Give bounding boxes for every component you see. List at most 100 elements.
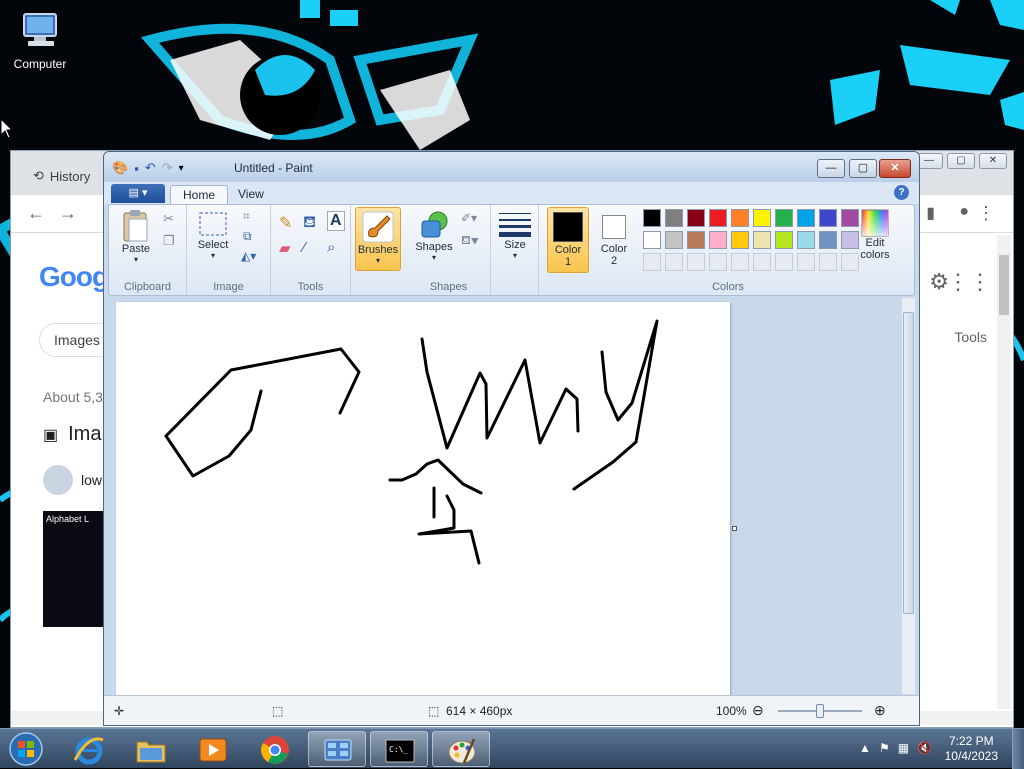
zoom-in-icon[interactable]: ⊕ <box>874 702 886 719</box>
fill-bucket-icon[interactable]: ⛾ <box>303 213 316 233</box>
shapes-button[interactable]: Shapes ▾ <box>411 209 457 271</box>
image-result-thumbnail[interactable]: Alphabet L <box>43 511 105 627</box>
resize-icon[interactable]: ⧉ <box>243 229 252 244</box>
show-desktop-button[interactable] <box>1012 729 1024 769</box>
canvas-vertical-scrollbar[interactable] <box>901 298 915 694</box>
palette-swatch[interactable] <box>731 209 749 227</box>
paint-titlebar[interactable]: 🎨 ▪ ↶ ↷ ▾ Untitled - Paint — ▢ ✕ <box>104 152 919 182</box>
volume-muted-icon[interactable]: 🔇 <box>917 741 932 755</box>
color1-button[interactable]: Color 1 <box>547 207 589 273</box>
size-button[interactable]: Size ▾ <box>497 211 533 271</box>
custom-color-slot[interactable] <box>687 253 705 271</box>
drawing-canvas[interactable] <box>116 302 730 696</box>
save-icon[interactable]: ▪ <box>134 161 139 176</box>
rotate-icon[interactable]: ◭▾ <box>241 249 256 263</box>
action-center-icon[interactable]: ⚑ <box>879 741 890 755</box>
zoom-slider[interactable] <box>778 704 862 718</box>
chrome-vertical-scrollbar[interactable] <box>997 235 1011 709</box>
taskbar-clock[interactable]: 7:22 PM 10/4/2023 <box>945 734 998 764</box>
fill-icon[interactable]: ⛾▾ <box>461 233 479 249</box>
canvas-scroll-thumb[interactable] <box>903 312 914 614</box>
copy-icon[interactable]: ❐ <box>163 233 175 249</box>
text-tool-icon[interactable]: A <box>327 211 345 231</box>
taskbar-paint[interactable] <box>432 731 490 767</box>
palette-swatch[interactable] <box>709 209 727 227</box>
select-button[interactable]: Select ▾ <box>193 211 233 271</box>
crop-icon[interactable]: ⌗ <box>243 209 250 224</box>
custom-color-slot[interactable] <box>643 253 661 271</box>
palette-swatch[interactable] <box>665 231 683 249</box>
pencil-icon[interactable]: ✎ <box>279 213 292 233</box>
palette-swatch[interactable] <box>797 209 815 227</box>
paint-close-button[interactable]: ✕ <box>879 159 911 178</box>
custom-color-slot[interactable] <box>797 253 815 271</box>
chrome-scroll-thumb[interactable] <box>999 255 1009 315</box>
undo-icon[interactable]: ↶ <box>145 160 156 176</box>
taskbar-control-panel[interactable] <box>308 731 366 767</box>
redo-icon[interactable]: ↷ <box>162 160 173 176</box>
taskbar-chrome[interactable] <box>246 731 304 767</box>
menu-kebab-icon[interactable]: ⋮ <box>977 203 995 224</box>
history-tab[interactable]: ⟲ History <box>33 168 90 184</box>
palette-swatch[interactable] <box>775 209 793 227</box>
color-picker-icon[interactable]: ⁄ <box>303 239 306 256</box>
custom-color-slot[interactable] <box>731 253 749 271</box>
palette-swatch[interactable] <box>643 231 661 249</box>
chrome-maximize-button[interactable]: ▢ <box>947 153 975 169</box>
custom-color-slot[interactable] <box>753 253 771 271</box>
back-arrow-icon[interactable]: ← <box>27 203 45 224</box>
palette-swatch[interactable] <box>643 209 661 227</box>
custom-color-slot[interactable] <box>819 253 837 271</box>
palette-swatch[interactable] <box>753 209 771 227</box>
custom-color-slot[interactable] <box>709 253 727 271</box>
magnifier-icon[interactable]: ⌕ <box>327 239 335 256</box>
apps-grid-icon[interactable]: ⋮⋮ <box>947 269 991 295</box>
color2-button[interactable]: Color 2 <box>593 207 635 273</box>
canvas-resize-handle[interactable] <box>732 526 737 531</box>
freehand-drawing <box>164 319 659 565</box>
profile-icon[interactable]: ● <box>959 203 969 221</box>
palette-swatch[interactable] <box>687 231 705 249</box>
taskbar-file-explorer[interactable] <box>122 731 180 767</box>
palette-swatch[interactable] <box>819 231 837 249</box>
edit-colors-button[interactable]: Edit colors <box>855 209 895 271</box>
tools-button[interactable]: Tools <box>954 329 987 345</box>
palette-swatch[interactable] <box>687 209 705 227</box>
help-icon[interactable]: ? <box>894 185 909 200</box>
palette-swatch[interactable] <box>753 231 771 249</box>
palette-swatch[interactable] <box>819 209 837 227</box>
paint-minimize-button[interactable]: — <box>817 159 845 178</box>
brushes-button[interactable]: Brushes ▾ <box>355 207 401 271</box>
taskbar-internet-explorer[interactable] <box>60 731 118 767</box>
palette-swatch[interactable] <box>665 209 683 227</box>
chrome-close-button[interactable]: ✕ <box>979 153 1007 169</box>
network-icon[interactable]: ▦ <box>898 741 909 755</box>
customize-qa-icon[interactable]: ▾ <box>179 163 184 174</box>
palette-swatch[interactable] <box>797 231 815 249</box>
file-menu-button[interactable]: ▤ ▾ <box>111 184 165 203</box>
start-button[interactable] <box>2 731 52 767</box>
outline-icon[interactable]: ✐▾ <box>461 211 477 225</box>
paint-maximize-button[interactable]: ▢ <box>849 159 877 178</box>
taskbar-media-player[interactable] <box>184 731 242 767</box>
zoom-out-icon[interactable]: ⊖ <box>752 702 764 719</box>
control-panel-icon <box>324 739 352 761</box>
related-search-item[interactable]: low <box>43 465 102 495</box>
eraser-icon[interactable]: ▰ <box>279 239 291 257</box>
cut-icon[interactable]: ✂ <box>163 211 174 227</box>
forward-arrow-icon[interactable]: → <box>59 203 77 224</box>
palette-swatch[interactable] <box>731 231 749 249</box>
palette-swatch[interactable] <box>709 231 727 249</box>
tray-expand-icon[interactable]: ▲ <box>859 741 871 755</box>
paste-button[interactable]: Paste ▾ <box>115 209 157 269</box>
tab-home[interactable]: Home <box>170 185 229 204</box>
google-logo[interactable]: Goog <box>39 261 109 293</box>
custom-color-slot[interactable] <box>775 253 793 271</box>
sidebar-icon[interactable]: ▮ <box>926 203 935 223</box>
palette-swatch[interactable] <box>775 231 793 249</box>
tab-view[interactable]: View <box>226 185 276 204</box>
custom-color-slot[interactable] <box>665 253 683 271</box>
computer-desktop-icon[interactable]: Computer <box>6 8 74 71</box>
zoom-slider-thumb[interactable] <box>816 704 824 718</box>
taskbar-command-prompt[interactable]: C:\_ <box>370 731 428 767</box>
